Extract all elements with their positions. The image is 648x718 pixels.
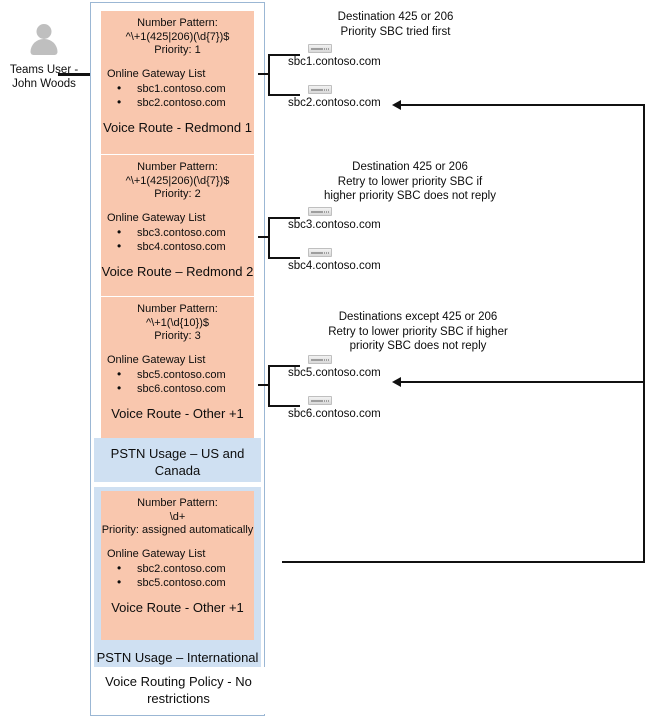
bracket-spine-3 — [268, 365, 270, 407]
failover-loop-mid-line — [400, 381, 645, 383]
voice-route-other-plus1-international[interactable]: Number Pattern: \d+ Priority: assigned a… — [101, 491, 254, 640]
sbc-device-icon — [308, 85, 332, 94]
voice-routing-policy-container: Number Pattern: ^\+1(425|206)(\d{7})$ Pr… — [90, 2, 265, 716]
route-priority: Priority: assigned automatically — [101, 524, 254, 536]
gateway-list: sbc3.contoso.com sbc4.contoso.com — [101, 225, 254, 254]
gateway-item: sbc5.contoso.com — [101, 367, 254, 382]
teams-user-label: Teams User - John Woods — [9, 64, 79, 90]
failover-loop-bottom-line — [282, 561, 645, 563]
sbc-device-icon — [308, 44, 332, 53]
voice-routing-policy-label: Voice Routing Policy - No restrictions — [92, 667, 265, 714]
gateway-item: sbc1.contoso.com — [101, 81, 254, 96]
route-priority: Priority: 3 — [154, 330, 201, 342]
sbc-label: sbc6.contoso.com — [288, 408, 381, 420]
route-priority: Priority: 1 — [154, 44, 201, 56]
failover-loop-right-rail-upper — [643, 104, 645, 383]
user-to-policy-connector — [58, 73, 94, 76]
route-name: Voice Route - Redmond 1 — [103, 120, 252, 135]
teams-user-node: Teams User - John Woods — [0, 22, 88, 91]
sbc-label: sbc1.contoso.com — [288, 56, 381, 68]
route-pattern-value: \d+ — [169, 510, 186, 523]
route-pattern-value: ^\+1(\d{10})$ — [146, 316, 209, 329]
voice-route-redmond-1[interactable]: Number Pattern: ^\+1(425|206)(\d{7})$ Pr… — [101, 11, 254, 154]
sbc-node-sbc6[interactable]: sbc6.contoso.com — [288, 396, 438, 421]
annotation-destination-425-206-priority: Destination 425 or 206 Priority SBC trie… — [337, 11, 454, 38]
failover-loop-right-rail-lower — [643, 381, 645, 563]
sbc-label: sbc4.contoso.com — [288, 260, 381, 272]
bracket-spine-2 — [268, 217, 270, 259]
gateway-list-title: Online Gateway List — [107, 211, 206, 224]
route-name: Voice Route - Other +1 — [111, 406, 244, 421]
sbc-node-sbc2[interactable]: sbc2.contoso.com — [288, 85, 438, 110]
route-pattern-label: Number Pattern: — [137, 17, 218, 29]
gateway-list: sbc1.contoso.com sbc2.contoso.com — [101, 81, 254, 110]
gateway-item: sbc3.contoso.com — [101, 225, 254, 240]
sbc-device-icon — [308, 396, 332, 405]
person-avatar-icon — [27, 22, 61, 62]
voice-route-other-plus1-domestic[interactable]: Number Pattern: ^\+1(\d{10})$ Priority: … — [101, 297, 254, 438]
gateway-list: sbc5.contoso.com sbc6.contoso.com — [101, 367, 254, 396]
annotation-destinations-except-425-206: Destinations except 425 or 206 Retry to … — [328, 311, 508, 352]
sbc-node-sbc1[interactable]: sbc1.contoso.com — [288, 44, 438, 69]
route-pattern-label: Number Pattern: — [137, 497, 218, 509]
gateway-item: sbc2.contoso.com — [101, 561, 254, 576]
sbc-node-sbc5[interactable]: sbc5.contoso.com — [288, 355, 438, 380]
voice-route-redmond-2[interactable]: Number Pattern: ^\+1(425|206)(\d{7})$ Pr… — [101, 155, 254, 296]
gateway-list-title: Online Gateway List — [107, 67, 206, 80]
bracket-spine-1 — [268, 54, 270, 96]
gateway-item: sbc6.contoso.com — [101, 381, 254, 396]
pstn-usage-label: PSTN Usage – US and Canada — [110, 446, 245, 478]
route-name: Voice Route - Other +1 — [111, 600, 244, 615]
sbc-node-sbc3[interactable]: sbc3.contoso.com — [288, 207, 438, 232]
route-pattern-value: ^\+1(425|206)(\d{7})$ — [125, 174, 230, 187]
route-pattern-label: Number Pattern: — [137, 303, 218, 315]
annotation-destination-425-206-retry: Destination 425 or 206 Retry to lower pr… — [324, 161, 496, 202]
route-name: Voice Route – Redmond 2 — [101, 264, 254, 279]
gateway-list-title: Online Gateway List — [107, 547, 206, 560]
sbc-device-icon — [308, 355, 332, 364]
sbc-device-icon — [308, 207, 332, 216]
route-priority: Priority: 2 — [154, 188, 201, 200]
sbc-label: sbc2.contoso.com — [288, 97, 381, 109]
sbc-node-sbc4[interactable]: sbc4.contoso.com — [288, 248, 438, 273]
pstn-usage-us-canada[interactable]: PSTN Usage – US and Canada — [94, 438, 261, 482]
route-pattern-label: Number Pattern: — [137, 161, 218, 173]
gateway-list: sbc2.contoso.com sbc5.contoso.com — [101, 561, 254, 590]
failover-loop-top-line — [400, 104, 645, 106]
gateway-item: sbc4.contoso.com — [101, 239, 254, 254]
failover-loop-top-arrowhead — [392, 100, 401, 110]
sbc-label: sbc5.contoso.com — [288, 367, 381, 379]
failover-loop-mid-arrowhead — [392, 377, 401, 387]
sbc-device-icon — [308, 248, 332, 257]
gateway-list-title: Online Gateway List — [107, 353, 206, 366]
gateway-item: sbc2.contoso.com — [101, 95, 254, 110]
sbc-label: sbc3.contoso.com — [288, 219, 381, 231]
route-pattern-value: ^\+1(425|206)(\d{7})$ — [125, 30, 230, 43]
gateway-item: sbc5.contoso.com — [101, 575, 254, 590]
